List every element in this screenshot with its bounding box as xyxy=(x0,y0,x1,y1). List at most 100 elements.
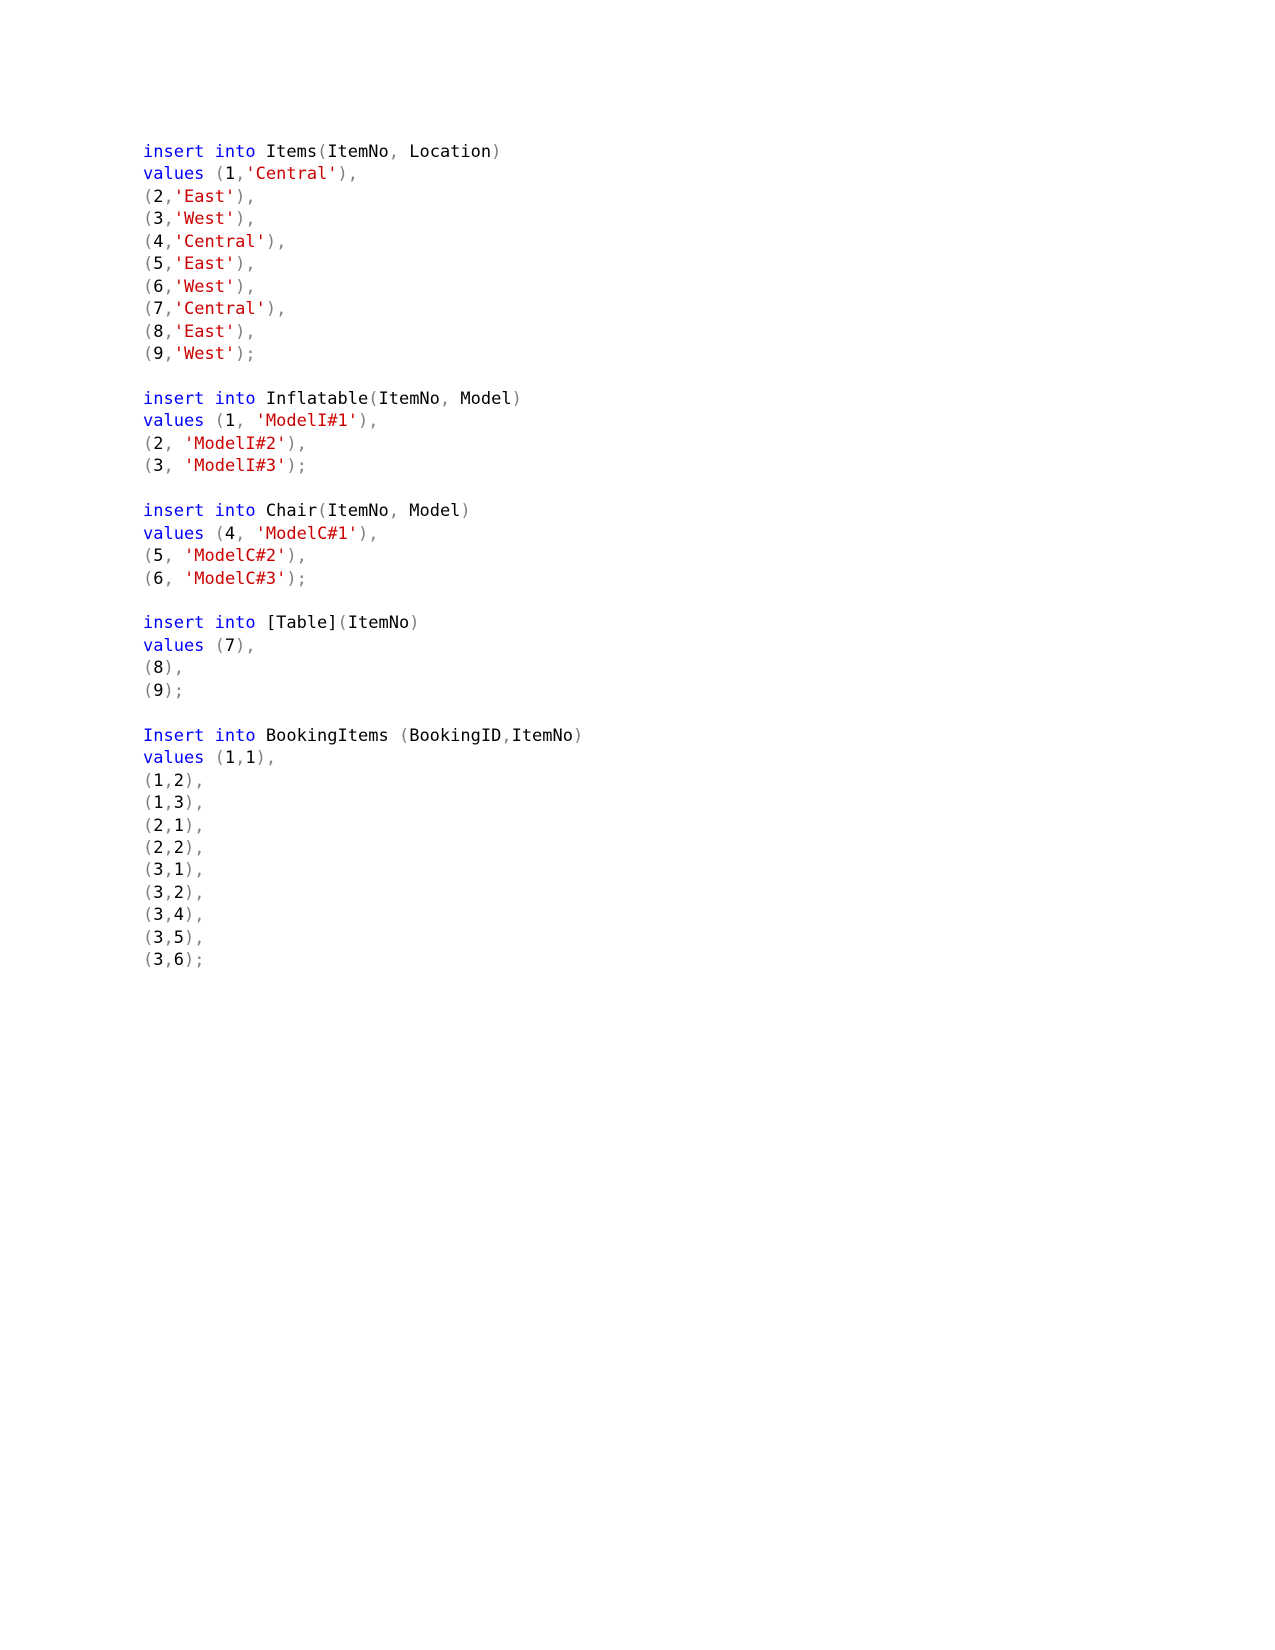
token-punct: , xyxy=(296,546,307,567)
token-punct: ( xyxy=(337,613,348,634)
token-punct: , xyxy=(163,344,174,365)
token-punct: , xyxy=(194,927,205,948)
token-punct: ) xyxy=(184,882,195,903)
token-punct: , xyxy=(194,793,205,814)
code-line: values (7), xyxy=(143,635,1143,657)
sql-code-listing[interactable]: insert into Items(ItemNo, Location) value… xyxy=(143,141,1143,972)
token-punct: , xyxy=(368,411,379,432)
token-ident: ItemNo xyxy=(327,142,389,162)
token-punct: , xyxy=(163,254,174,275)
token-punct: , xyxy=(194,882,205,903)
token-punct: ) xyxy=(235,276,246,297)
code-line: values (1, 'ModelI#1'), xyxy=(143,410,1143,432)
token-punct: , xyxy=(163,882,174,903)
token-punct: ) xyxy=(235,254,246,275)
token-punct: ) xyxy=(286,568,297,589)
token-number: 5 xyxy=(173,927,184,948)
token-number: 3 xyxy=(153,860,164,881)
token-punct: , xyxy=(163,905,174,926)
token-punct: ) xyxy=(163,658,174,679)
code-line: (2,2), xyxy=(143,837,1143,859)
code-line: (3,5), xyxy=(143,927,1143,949)
token-keyword: values xyxy=(143,635,205,656)
token-punct: ; xyxy=(245,344,256,365)
token-punct: ) xyxy=(358,523,369,544)
token-punct: , xyxy=(439,388,451,409)
token-ident: [Table] xyxy=(265,613,338,634)
token-number: 1 xyxy=(224,164,236,185)
token-punct: , xyxy=(163,793,174,814)
token-punct: ) xyxy=(184,837,195,858)
token-punct: ( xyxy=(143,950,154,971)
token-number: 1 xyxy=(153,770,164,791)
code-line: (1,3), xyxy=(143,792,1143,814)
token-punct: ( xyxy=(214,164,225,185)
token-punct: , xyxy=(163,231,174,252)
token-number: 8 xyxy=(153,321,164,342)
token-punct: ) xyxy=(184,905,195,926)
token-punct: ( xyxy=(143,209,154,230)
code-line: (3,6); xyxy=(143,949,1143,971)
code-line: insert into Chair(ItemNo, Model) xyxy=(143,500,1143,522)
token-number: 3 xyxy=(153,927,164,948)
token-ident: BookingID xyxy=(409,725,502,746)
token-punct: ) xyxy=(573,725,584,746)
token-punct: , xyxy=(245,276,256,297)
code-line: (6, 'ModelC#3'); xyxy=(143,568,1143,590)
token-punct: ) xyxy=(235,209,246,230)
token-number: 2 xyxy=(173,882,184,903)
token-punct: , xyxy=(163,815,174,836)
token-punct: ( xyxy=(317,142,328,162)
code-line: (2, 'ModelI#2'), xyxy=(143,433,1143,455)
token-string: 'Central' xyxy=(245,164,338,185)
token-keyword: into xyxy=(214,613,256,634)
code-line: (9); xyxy=(143,680,1143,702)
token-ident: Chair xyxy=(265,501,318,522)
token-string: 'ModelC#1' xyxy=(255,523,359,544)
token-punct: , xyxy=(265,748,277,769)
token-number: 6 xyxy=(173,950,184,971)
token-punct: ) xyxy=(511,388,522,409)
code-line: insert into Inflatable(ItemNo, Model) xyxy=(143,388,1143,410)
token-punct: , xyxy=(235,411,246,432)
token-number: 3 xyxy=(153,950,164,971)
token-punct: , xyxy=(163,770,174,791)
token-punct: ; xyxy=(194,950,205,971)
token-punct: , xyxy=(163,186,174,207)
token-number: 3 xyxy=(153,905,164,926)
token-punct: , xyxy=(388,142,399,162)
token-number: 4 xyxy=(153,231,164,252)
token-string: 'West' xyxy=(173,344,236,365)
token-ident: Model xyxy=(409,501,461,522)
token-number: 4 xyxy=(224,523,236,544)
token-punct: ) xyxy=(286,456,297,477)
token-punct: ( xyxy=(143,344,154,365)
token-punct: , xyxy=(245,321,256,342)
token-punct: ) xyxy=(491,142,502,162)
code-line: (3,1), xyxy=(143,859,1143,881)
token-punct: ( xyxy=(143,860,154,881)
token-number: 2 xyxy=(153,186,164,207)
token-punct: , xyxy=(163,568,174,589)
token-keyword: insert xyxy=(143,501,205,522)
token-punct: ( xyxy=(143,186,154,207)
token-punct: ( xyxy=(368,388,379,409)
token-punct: ) xyxy=(184,815,195,836)
token-keyword: insert xyxy=(143,388,205,409)
token-number: 1 xyxy=(173,815,184,836)
